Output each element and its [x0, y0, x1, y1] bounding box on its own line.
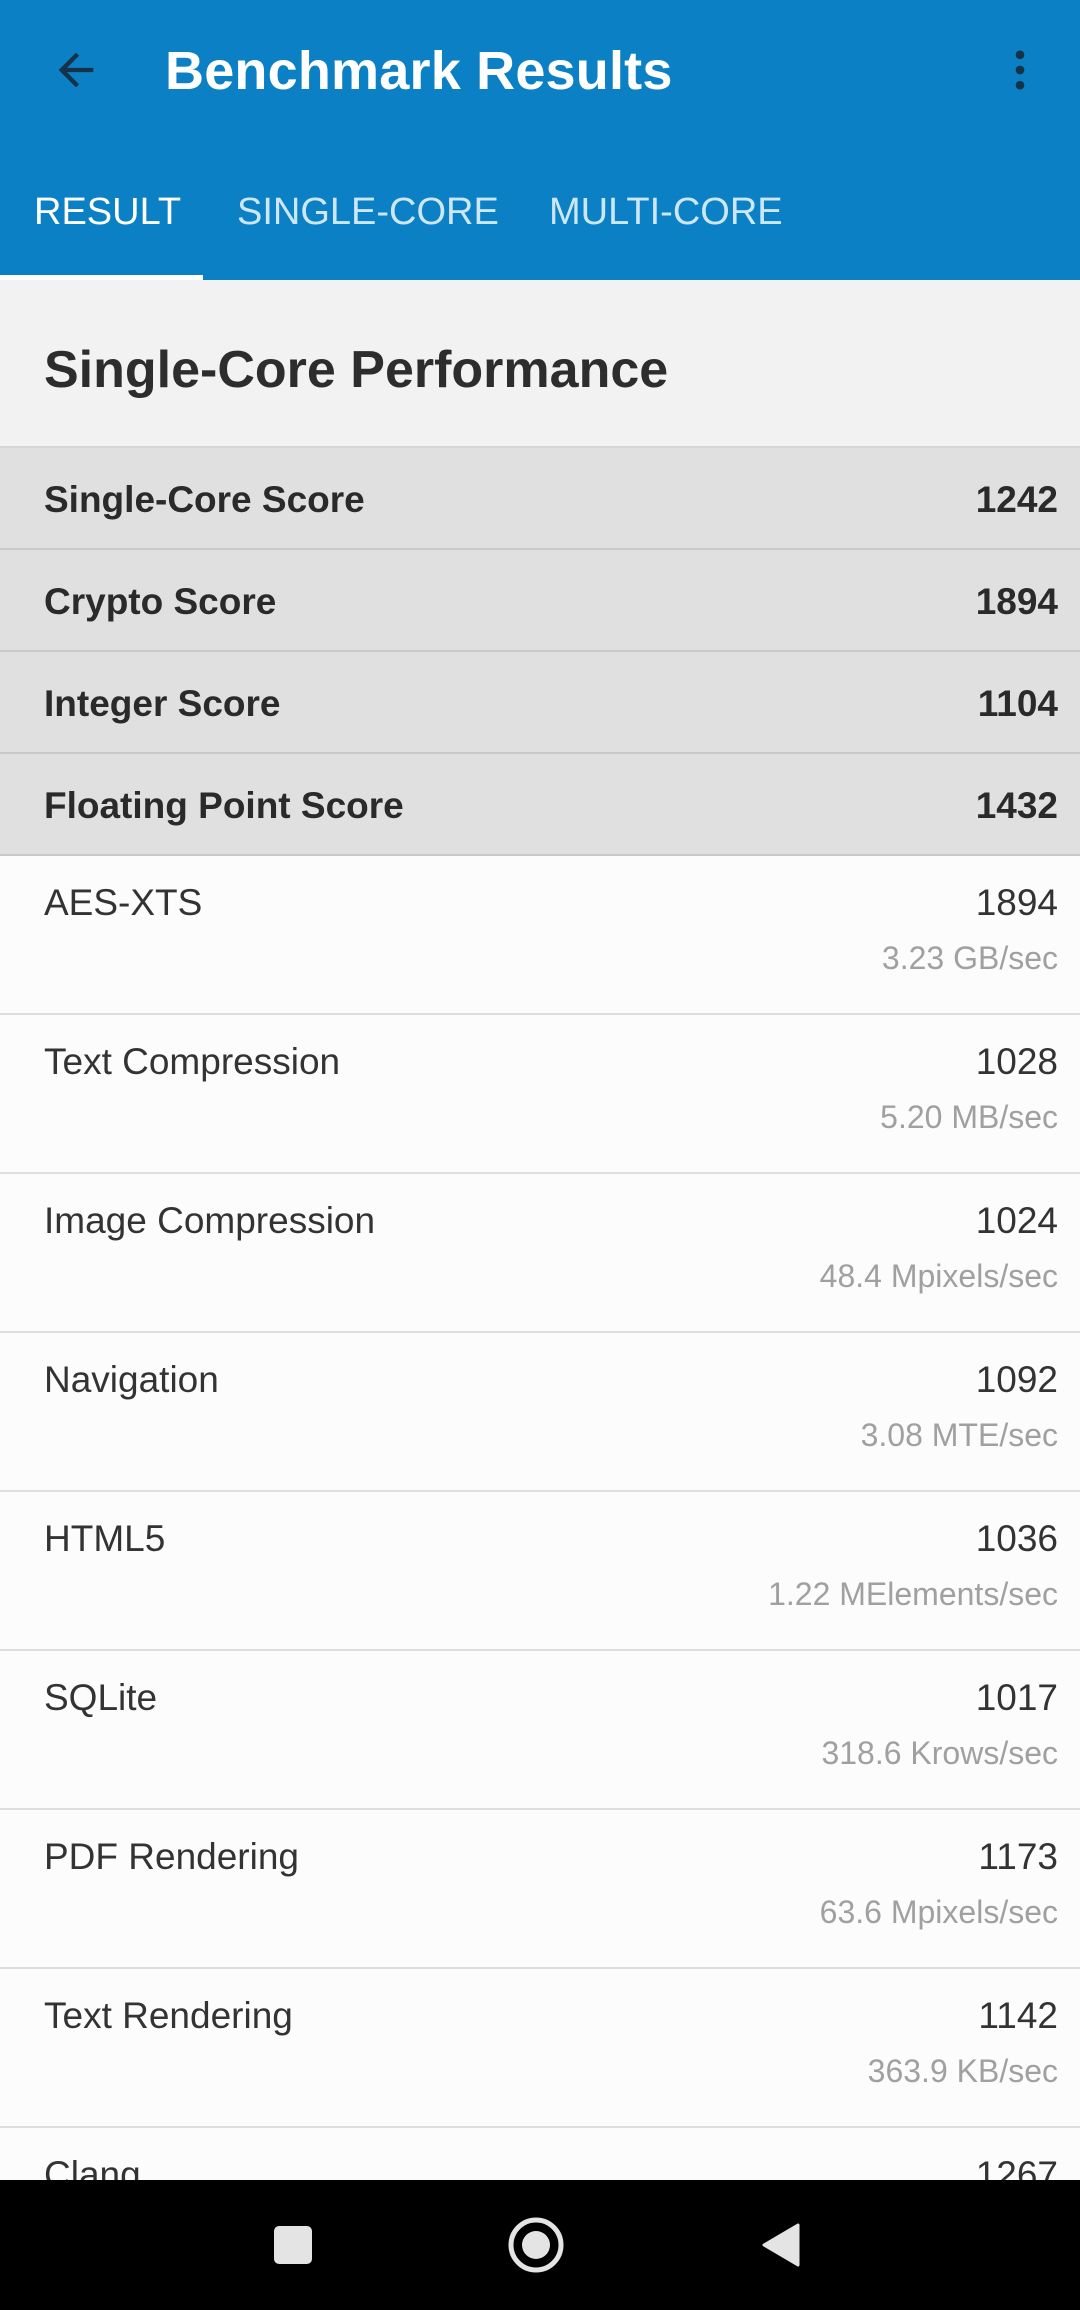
benchmark-rate: 48.4 Mpixels/sec: [819, 1258, 1058, 1294]
score-value: 1432: [975, 785, 1058, 826]
back-nav-button[interactable]: [741, 2205, 821, 2285]
benchmark-row: AES-XTS 1894 3.23 GB/sec: [0, 856, 1080, 1015]
tab-multi-core[interactable]: MULTI-CORE: [549, 145, 783, 280]
benchmark-row: Navigation 1092 3.08 MTE/sec: [0, 1333, 1080, 1492]
benchmark-name: HTML5: [44, 1518, 166, 1559]
score-label: Single-Core Score: [44, 479, 365, 520]
benchmark-score: 1028: [975, 1041, 1058, 1082]
benchmark-name: PDF Rendering: [44, 1836, 300, 1877]
benchmark-name: Text Compression: [44, 1041, 341, 1082]
page-title: Benchmark Results: [165, 41, 673, 101]
score-label: Integer Score: [44, 683, 281, 724]
app-bar: Benchmark Results RESULT SINGLE-CORE MUL…: [0, 0, 1080, 280]
arrow-left-icon: [58, 52, 94, 88]
tab-bar: RESULT SINGLE-CORE MULTI-CORE: [0, 145, 1080, 280]
triangle-back-icon: [762, 2223, 800, 2267]
system-navigation-bar: [0, 2180, 1080, 2310]
benchmark-score: 1173: [978, 1836, 1058, 1877]
benchmark-name: AES-XTS: [44, 882, 203, 923]
score-row-floating-point: Floating Point Score 1432: [0, 754, 1080, 856]
benchmark-score: 1894: [975, 882, 1058, 923]
score-value: 1242: [975, 479, 1058, 520]
score-row-crypto: Crypto Score 1894: [0, 550, 1080, 652]
app-bar-top: Benchmark Results: [0, 0, 1080, 145]
benchmark-row: SQLite 1017 318.6 Krows/sec: [0, 1651, 1080, 1810]
circle-home-icon: [508, 2217, 564, 2273]
score-value: 1894: [975, 581, 1058, 622]
benchmark-name: Text Rendering: [44, 1995, 293, 2036]
tab-result-label: RESULT: [34, 191, 182, 233]
score-label: Crypto Score: [44, 581, 277, 622]
benchmark-rate: 5.20 MB/sec: [880, 1099, 1058, 1135]
score-row-integer: Integer Score 1104: [0, 652, 1080, 754]
benchmark-row: HTML5 1036 1.22 MElements/sec: [0, 1492, 1080, 1651]
score-value: 1104: [977, 683, 1058, 724]
screen: Benchmark Results RESULT SINGLE-CORE MUL…: [0, 0, 1080, 2310]
more-options-button[interactable]: [980, 30, 1060, 110]
score-row-single-core: Single-Core Score 1242: [0, 448, 1080, 550]
benchmark-score: 1267: [975, 2154, 1058, 2180]
benchmark-score: 1036: [975, 1518, 1058, 1559]
section-header: Single-Core Performance: [0, 280, 1080, 448]
benchmark-name: Image Compression: [44, 1200, 376, 1241]
benchmark-score: 1092: [975, 1359, 1058, 1400]
benchmark-rate: 63.6 Mpixels/sec: [819, 1894, 1058, 1930]
benchmark-row: Clang 1267: [0, 2128, 1080, 2180]
results-list[interactable]: Single-Core Performance Single-Core Scor…: [0, 280, 1080, 2180]
tab-single-core-label: SINGLE-CORE: [237, 191, 499, 233]
benchmark-name: SQLite: [44, 1677, 158, 1718]
benchmark-rate: 3.23 GB/sec: [881, 940, 1058, 976]
benchmark-score: 1142: [978, 1995, 1058, 2036]
section-title: Single-Core Performance: [44, 341, 669, 399]
home-button[interactable]: [496, 2205, 576, 2285]
benchmark-score: 1017: [975, 1677, 1058, 1718]
tab-multi-core-label: MULTI-CORE: [549, 191, 783, 233]
benchmark-score: 1024: [975, 1200, 1058, 1241]
benchmark-rate: 318.6 Krows/sec: [821, 1735, 1058, 1771]
recents-button[interactable]: [253, 2205, 333, 2285]
more-vert-icon: [1015, 50, 1025, 90]
benchmark-rate: 3.08 MTE/sec: [860, 1417, 1058, 1453]
benchmark-name: Navigation: [44, 1359, 219, 1400]
tab-single-core[interactable]: SINGLE-CORE: [237, 145, 499, 280]
tab-result[interactable]: RESULT: [34, 145, 181, 280]
square-icon: [274, 2226, 312, 2264]
benchmark-row: PDF Rendering 1173 63.6 Mpixels/sec: [0, 1810, 1080, 1969]
benchmark-rate: 363.9 KB/sec: [867, 2053, 1058, 2089]
benchmark-row: Image Compression 1024 48.4 Mpixels/sec: [0, 1174, 1080, 1333]
benchmark-rate: 1.22 MElements/sec: [768, 1576, 1058, 1612]
benchmark-row: Text Rendering 1142 363.9 KB/sec: [0, 1969, 1080, 2128]
benchmark-name: Clang: [44, 2154, 141, 2180]
benchmark-row: Text Compression 1028 5.20 MB/sec: [0, 1015, 1080, 1174]
score-label: Floating Point Score: [44, 785, 404, 826]
back-button[interactable]: [36, 30, 116, 110]
